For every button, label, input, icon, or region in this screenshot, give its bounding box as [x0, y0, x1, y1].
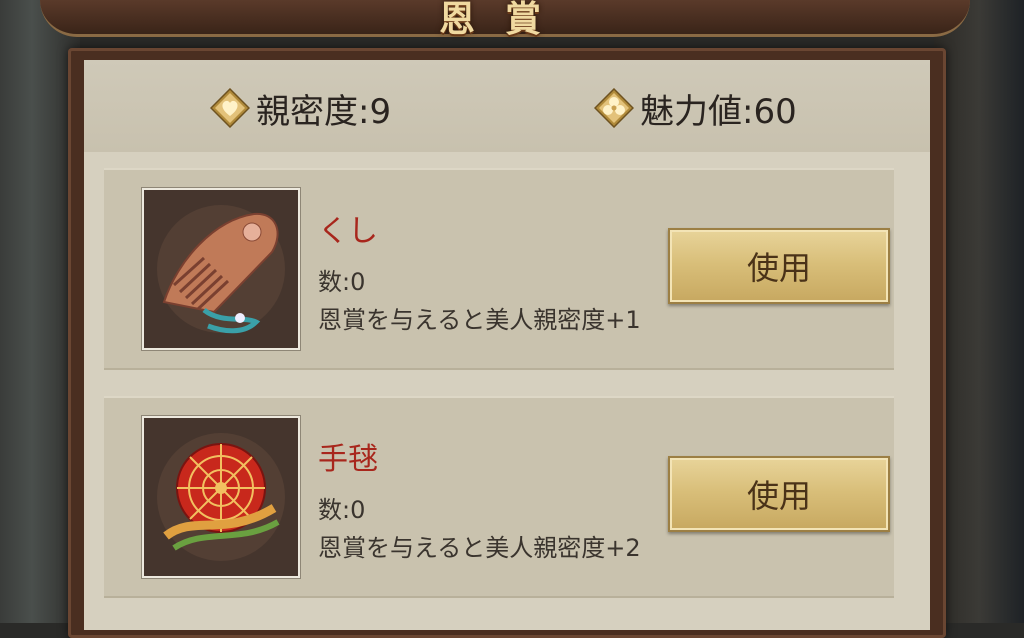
page-title: 恩賞 — [438, 0, 572, 40]
heart-diamond-icon — [210, 88, 250, 128]
stats-bar: 親密度:9 魅力値:60 — [84, 60, 930, 152]
background-right — [934, 0, 1024, 623]
flower-diamond-icon — [594, 88, 634, 128]
use-button[interactable]: 使用 — [668, 456, 890, 532]
item-name: 手毬 — [318, 442, 378, 477]
item-count: 数:0 — [318, 496, 366, 524]
use-button[interactable]: 使用 — [668, 228, 890, 304]
item-card-temari: 手毬 数:0 恩賞を与えると美人親密度+2 使用 — [104, 396, 894, 598]
item-name: くし — [318, 214, 378, 249]
intimacy-value: 親密度:9 — [256, 91, 392, 132]
charm-value: 魅力値:60 — [640, 91, 797, 132]
temari-ball-icon — [142, 416, 300, 578]
charm-stat: 魅力値:60 — [594, 86, 797, 132]
item-description: 恩賞を与えると美人親密度+2 — [318, 534, 641, 562]
item-description: 恩賞を与えると美人親密度+1 — [318, 306, 641, 334]
item-card-comb: くし 数:0 恩賞を与えると美人親密度+1 使用 — [104, 168, 894, 370]
item-count: 数:0 — [318, 268, 366, 296]
title-banner: 恩賞 — [40, 0, 970, 40]
reward-panel: 親密度:9 魅力値:60 くし 数:0 恩賞を与えると美人親密度+1 使用 手毬… — [84, 60, 930, 630]
comb-icon — [142, 188, 300, 350]
intimacy-stat: 親密度:9 — [210, 86, 392, 132]
